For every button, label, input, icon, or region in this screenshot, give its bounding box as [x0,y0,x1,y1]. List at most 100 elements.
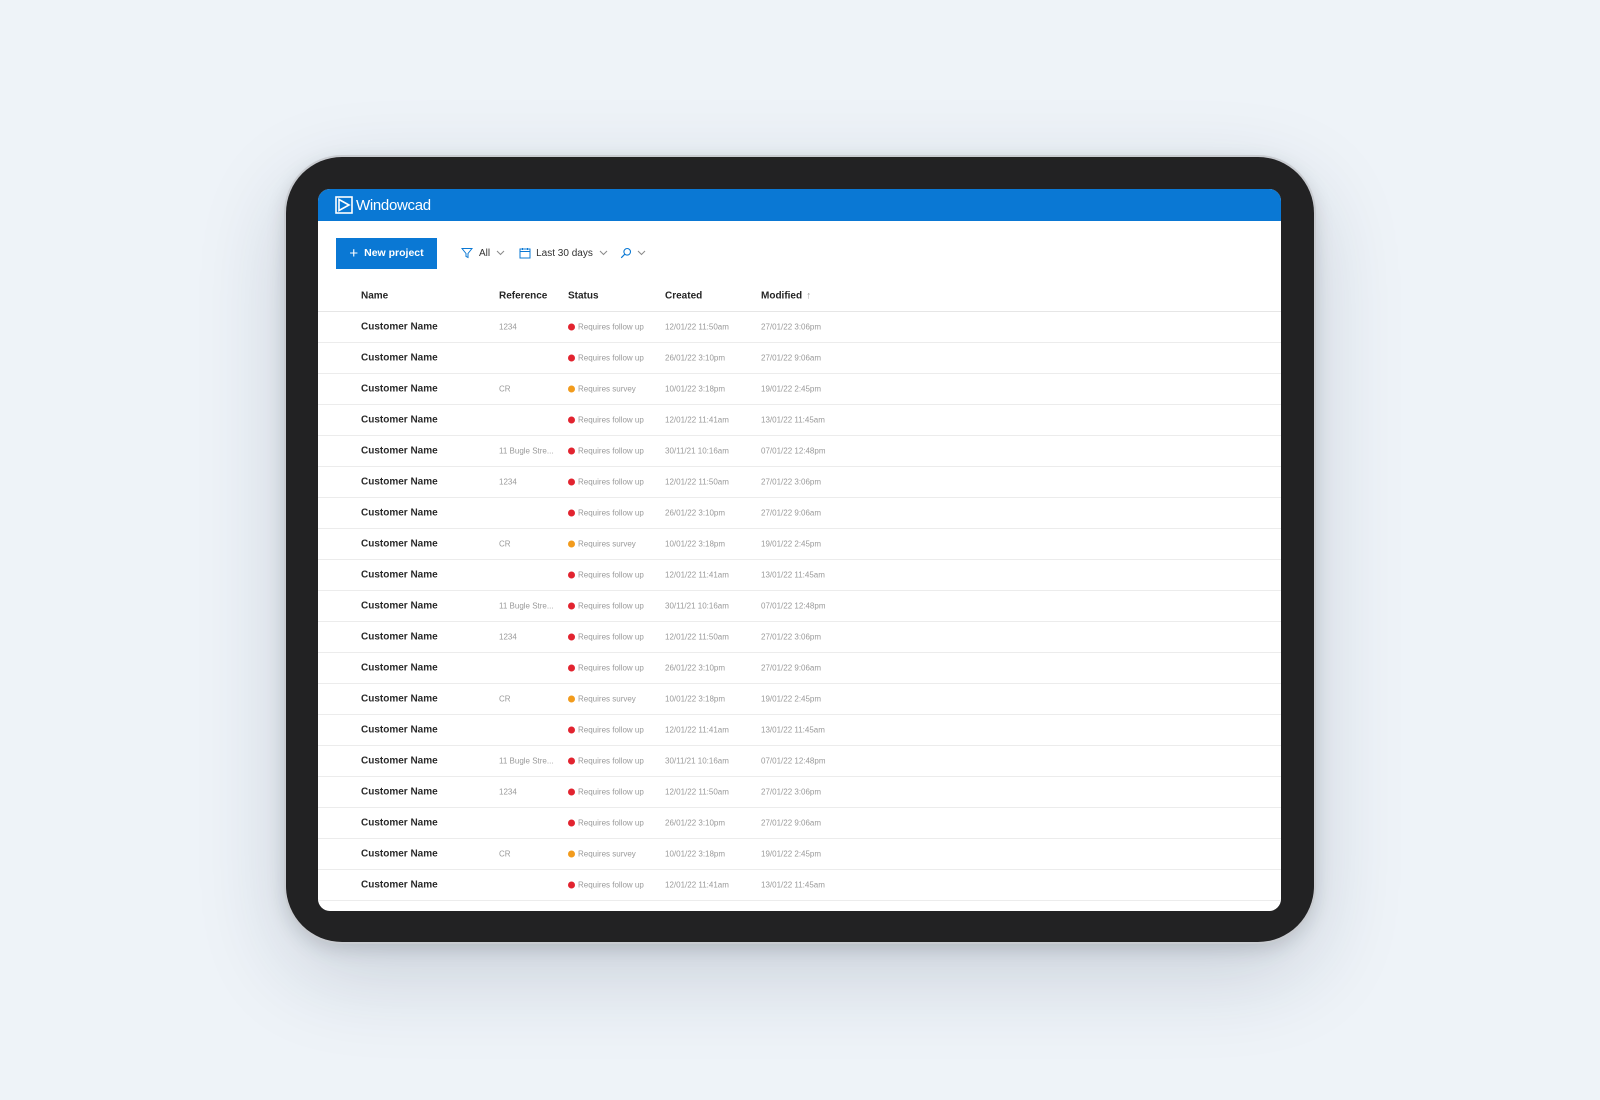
date-range-dropdown[interactable]: Last 30 days [519,247,608,259]
created-cell: 10/01/22 3:18pm [665,849,726,859]
table-row[interactable]: Customer Name Requires follow up 12/01/22 … [318,405,1281,436]
reference-cell: 11 Bugle Stre... [499,756,554,766]
status-text: Requires follow up [578,477,644,487]
created-cell: 12/01/22 11:50am [665,632,729,642]
modified-cell: 13/01/22 11:45am [761,725,825,735]
created-cell: 10/01/22 3:18pm [665,694,726,704]
table-row[interactable]: Customer Name11 Bugle Stre...Requires fo… [318,901,1281,912]
column-header-name[interactable]: Name [361,291,388,302]
status-cell: Requires follow up [568,354,644,363]
table-row[interactable]: Customer Name11 Bugle Stre...Requires fo… [318,591,1281,622]
created-cell: 10/01/22 3:18pm [665,539,726,549]
table-row[interactable]: Customer Name CR Requires survey 10/01/22 3… [318,374,1281,405]
status-cell: Requires follow up [568,323,644,332]
customer-name: Customer Name [361,538,438,550]
reference-cell: CR [499,539,511,549]
modified-cell: 19/01/22 2:45pm [761,384,822,394]
status-text: Requires follow up [578,818,644,828]
status-cell: Requires follow up [568,509,644,518]
column-header-status[interactable]: Status [568,291,599,302]
status-text: Requires follow up [578,415,644,425]
status-dot-icon [568,323,575,331]
created-cell: 12/01/22 11:41am [665,415,729,425]
status-cell: Requires follow up [568,571,644,580]
search-dropdown[interactable] [620,247,646,259]
customer-name: Customer Name [361,662,438,674]
table-row[interactable]: Customer Name 1234 Requires follow up 12/01… [318,312,1281,343]
filter-icon [461,247,473,259]
table-row[interactable]: Customer Name Requires follow up 26/01/22 … [318,343,1281,374]
created-cell: 30/11/21 10:16am [665,601,729,611]
status-text: Requires follow up [578,725,644,735]
column-header-modified[interactable]: Modified ↑ [761,291,811,302]
reference-cell: 11 Bugle Stre... [499,446,554,456]
table-row[interactable]: Customer Name 1234 Requires follow up 12/01… [318,467,1281,498]
new-project-button[interactable]: + New project [336,237,437,269]
customer-name: Customer Name [361,383,438,395]
reference-cell: CR [499,694,511,704]
customer-name: Customer Name [361,879,438,891]
chevron-down-icon [637,250,646,256]
reference-cell: 1234 [499,477,517,487]
created-cell: 12/01/22 11:50am [665,477,729,487]
status-cell: Requires follow up [568,726,644,735]
table-header: Name Reference Status Created Modified ↑ [318,281,1281,312]
table-row[interactable]: Customer Name11 Bugle Stre...Requires fo… [318,746,1281,777]
created-cell: 30/11/21 10:16am [665,756,729,766]
table-row[interactable]: Customer Name11 Bugle Stre...Requires fo… [318,436,1281,467]
table-row[interactable]: Customer Name CR Requires survey 10/01/22 3… [318,839,1281,870]
created-cell: 26/01/22 3:10pm [665,663,726,673]
status-dot-icon [568,354,575,362]
table-row[interactable]: Customer Name CR Requires survey 10/01/22 3… [318,684,1281,715]
table-row[interactable]: Customer Name 1234 Requires follow up 12/01… [318,622,1281,653]
modified-cell: 27/01/22 9:06am [761,508,822,518]
modified-cell: 27/01/22 3:06pm [761,787,822,797]
modified-cell: 07/01/22 12:48pm [761,756,826,766]
modified-cell: 07/01/22 12:48pm [761,601,826,611]
reference-cell: CR [499,849,511,859]
customer-name: Customer Name [361,786,438,798]
status-cell: Requires follow up [568,881,644,890]
search-icon [620,247,632,259]
table-row[interactable]: Customer Name CR Requires survey 10/01/22 3… [318,529,1281,560]
table-row[interactable]: Customer Name Requires follow up 26/01/22 … [318,808,1281,839]
filter-dropdown[interactable]: All [461,247,505,259]
customer-name: Customer Name [361,352,438,364]
column-header-created[interactable]: Created [665,291,702,302]
status-dot-icon [568,385,575,393]
modified-cell: 19/01/22 2:45pm [761,849,822,859]
reference-cell: 1234 [499,787,517,797]
table-row[interactable]: Customer Name Requires follow up 26/01/22 … [318,653,1281,684]
table-row[interactable]: Customer Name Requires follow up 12/01/22 … [318,870,1281,901]
created-cell: 26/01/22 3:10pm [665,353,726,363]
status-dot-icon [568,881,575,889]
status-dot-icon [568,571,575,579]
created-cell: 12/01/22 11:41am [665,725,729,735]
toolbar: + New project All Last 30 days [318,229,1281,277]
status-dot-icon [568,695,575,703]
tablet-frame: Windowcad + New project All Last 30 days… [286,157,1314,942]
created-cell: 26/01/22 3:10pm [665,818,726,828]
created-cell: 26/01/22 3:10pm [665,508,726,518]
column-header-reference[interactable]: Reference [499,291,547,302]
modified-cell: 27/01/22 3:06pm [761,632,822,642]
table-row[interactable]: Customer Name 1234 Requires follow up 12/01… [318,777,1281,808]
customer-name: Customer Name [361,321,438,333]
chevron-down-icon [496,250,505,256]
status-text: Requires follow up [578,322,644,332]
modified-cell: 07/01/22 12:48pm [761,446,826,456]
status-dot-icon [568,540,575,548]
table-row[interactable]: Customer Name Requires follow up 26/01/22 … [318,498,1281,529]
app-title: Windowcad [356,196,431,214]
customer-name: Customer Name [361,600,438,612]
app-header: Windowcad [318,189,1281,221]
status-text: Requires follow up [578,601,644,611]
column-header-modified-label: Modified [761,290,803,302]
table-row[interactable]: Customer Name Requires follow up 12/01/22 … [318,715,1281,746]
table-row[interactable]: Customer Name Requires follow up 12/01/22 … [318,560,1281,591]
created-cell: 10/01/22 3:18pm [665,384,726,394]
customer-name: Customer Name [361,476,438,488]
status-cell: Requires follow up [568,757,644,766]
modified-cell: 27/01/22 9:06am [761,818,822,828]
windowcad-logo-icon [335,196,353,214]
